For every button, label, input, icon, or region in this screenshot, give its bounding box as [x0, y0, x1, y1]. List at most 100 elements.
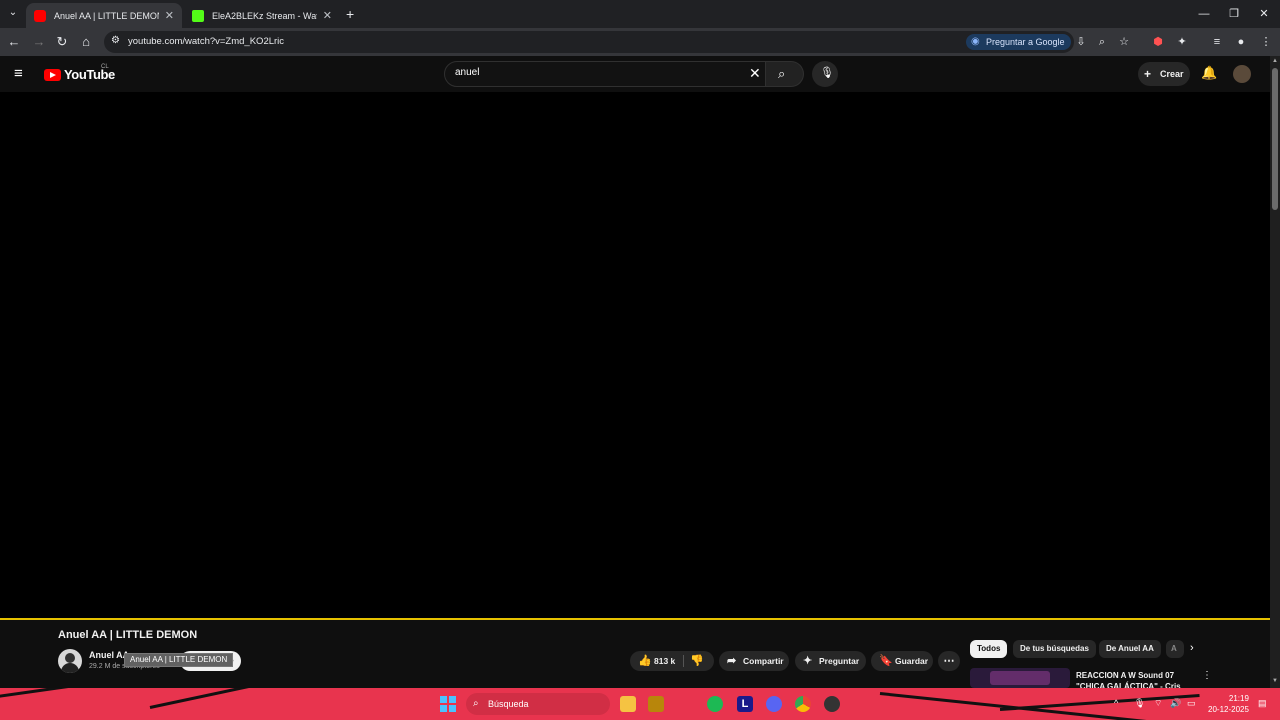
like-separator	[683, 655, 684, 667]
like-dislike-group: 👍 813 k 👎	[630, 651, 714, 671]
tab-title: EleA2BLEKz Stream - Watch Live	[212, 10, 317, 21]
search-icon: ⌕	[473, 698, 479, 709]
page-scrollbar[interactable]: ▲ ▼	[1270, 56, 1280, 688]
profile-icon[interactable]: ●	[1233, 34, 1249, 50]
youtube-play-icon	[44, 68, 61, 81]
chip-truncated[interactable]: A	[1166, 640, 1184, 658]
recommended-thumbnail[interactable]	[970, 668, 1070, 688]
close-window-icon[interactable]: ✕	[1249, 4, 1279, 24]
search-icon: ⌕	[778, 66, 786, 81]
chip-from-channel[interactable]: De Anuel AA	[1099, 640, 1161, 658]
ask-google-label: Preguntar a Google	[986, 37, 1065, 47]
windows-taskbar: ⌕ Búsqueda L ^ 🎙 ⌔ 🔊 ▭ 21:19 20-12-2025 …	[0, 688, 1280, 720]
create-button[interactable]: + Crear	[1138, 62, 1190, 86]
forward-icon[interactable]: →	[30, 33, 48, 51]
restore-icon[interactable]: ❐	[1219, 4, 1249, 24]
file-explorer-icon[interactable]	[620, 696, 636, 712]
discord-icon[interactable]	[766, 696, 782, 712]
wallpaper-stroke	[149, 688, 366, 709]
dislike-icon[interactable]: 👎	[690, 651, 704, 671]
search-box[interactable]: ✕	[444, 61, 766, 87]
title-tooltip: Anuel AA | LITTLE DEMON	[124, 653, 234, 667]
taskbar-search-placeholder: Búsqueda	[488, 699, 529, 709]
video-info-area: Anuel AA | LITTLE DEMON Anuel AA 29.2 M …	[0, 620, 1270, 702]
scroll-thumb[interactable]	[1272, 68, 1278, 210]
app-shield-icon[interactable]	[648, 696, 664, 712]
wallpaper-stroke	[0, 688, 189, 699]
site-info-icon[interactable]: ⚙	[111, 35, 120, 46]
taskbar-search[interactable]: ⌕ Búsqueda	[466, 693, 610, 715]
share-button[interactable]: ➦ Compartir	[719, 651, 789, 671]
install-app-icon[interactable]: ⇩	[1073, 34, 1089, 50]
microphone-icon: 🎙	[820, 67, 834, 79]
sparkle-icon: ✦	[803, 655, 813, 667]
clock-date: 20-12-2025	[1208, 705, 1249, 714]
scroll-up-icon[interactable]: ▲	[1272, 58, 1278, 64]
chip-all[interactable]: Todos	[970, 640, 1008, 658]
address-bar[interactable]: ⚙ youtube.com/watch?v=Zmd_KO2Lric ◉ Preg…	[104, 31, 1074, 53]
app-circle-icon[interactable]	[824, 696, 840, 712]
more-actions-button[interactable]: ⋯	[938, 651, 960, 671]
minimize-icon[interactable]: —	[1189, 4, 1219, 24]
account-avatar[interactable]	[1233, 65, 1251, 83]
taskbar-clock[interactable]: 21:19 20-12-2025	[1208, 693, 1249, 715]
notifications-bell-icon[interactable]: 🔔	[1201, 65, 1217, 81]
windows-start-icon[interactable]	[440, 696, 456, 712]
country-code: CL	[101, 64, 109, 70]
video-player[interactable]	[0, 92, 1270, 618]
extensions-puzzle-icon[interactable]: ✦	[1174, 34, 1190, 50]
like-count[interactable]: 813 k	[654, 651, 675, 671]
battery-icon[interactable]: ▭	[1187, 698, 1196, 709]
tab-title: Anuel AA | LITTLE DEMON - YouTube	[54, 10, 159, 21]
volume-icon[interactable]: 🔊	[1170, 698, 1181, 709]
tray-overflow-icon[interactable]: ^	[1114, 698, 1118, 708]
back-icon[interactable]: ←	[5, 33, 23, 51]
search-button[interactable]: ⌕	[766, 61, 804, 87]
spotify-icon[interactable]	[707, 696, 723, 712]
tab-youtube[interactable]: Anuel AA | LITTLE DEMON - YouTube ✕	[26, 3, 182, 28]
bookmark-icon: 🔖	[879, 655, 893, 667]
tab-kick-stream[interactable]: EleA2BLEKz Stream - Watch Live ✕	[184, 3, 340, 28]
ask-button[interactable]: ✦ Preguntar	[795, 651, 866, 671]
media-controls-icon[interactable]: ≡	[1209, 34, 1225, 50]
ask-google-button[interactable]: ◉ Preguntar a Google	[966, 34, 1071, 50]
clock-time: 21:19	[1228, 694, 1249, 703]
microphone-muted-icon[interactable]: 🎙	[1134, 698, 1145, 709]
like-icon[interactable]: 👍	[638, 651, 652, 671]
recommended-more-icon[interactable]: ⋮	[1202, 670, 1212, 681]
browser-toolbar: ← → ↻ ⌂ ⚙ youtube.com/watch?v=Zmd_KO2Lri…	[0, 28, 1280, 56]
close-tab-icon[interactable]: ✕	[165, 9, 174, 22]
save-button[interactable]: 🔖 Guardar	[871, 651, 933, 671]
save-label: Guardar	[895, 656, 929, 666]
browser-tab-strip: ⌄ Anuel AA | LITTLE DEMON - YouTube ✕ El…	[0, 0, 1280, 28]
video-title: Anuel AA | LITTLE DEMON	[58, 629, 198, 641]
url-text: youtube.com/watch?v=Zmd_KO2Lric	[128, 36, 285, 47]
zoom-icon[interactable]: ⌕	[1094, 34, 1110, 50]
voice-search-button[interactable]: 🎙	[812, 61, 838, 87]
extension-adblock-icon[interactable]: ⬢	[1150, 34, 1166, 50]
chrome-icon[interactable]	[795, 696, 811, 712]
youtube-favicon-icon	[34, 9, 46, 22]
network-icon[interactable]: ⌔	[1154, 698, 1162, 709]
ask-label: Preguntar	[819, 656, 860, 666]
reload-icon[interactable]: ↻	[53, 33, 71, 51]
hamburger-menu-icon[interactable]: ≡	[14, 65, 23, 82]
new-tab-icon[interactable]: +	[346, 6, 354, 22]
clear-search-icon[interactable]: ✕	[749, 65, 761, 82]
plus-icon: +	[1144, 67, 1152, 81]
google-lens-icon: ◉	[971, 36, 980, 47]
tab-search-chevron-icon[interactable]: ⌄	[6, 7, 20, 21]
search-input[interactable]	[455, 67, 725, 78]
home-icon[interactable]: ⌂	[77, 33, 95, 51]
close-tab-icon[interactable]: ✕	[323, 9, 332, 22]
bookmark-star-icon[interactable]: ☆	[1116, 34, 1132, 50]
youtube-logo[interactable]: YouTube CL	[44, 64, 115, 82]
channel-avatar[interactable]	[58, 649, 82, 673]
notification-center-icon[interactable]: ▤	[1258, 698, 1267, 709]
youtube-masthead: ≡ YouTube CL ✕ ⌕ 🎙 + Crear 🔔	[0, 56, 1270, 92]
chrome-menu-icon[interactable]: ⋮	[1258, 34, 1274, 50]
app-l-icon[interactable]: L	[737, 696, 753, 712]
chevron-right-icon[interactable]: ›	[1190, 642, 1194, 654]
scroll-down-icon[interactable]: ▼	[1272, 678, 1278, 684]
chip-from-searches[interactable]: De tus búsquedas	[1013, 640, 1096, 658]
